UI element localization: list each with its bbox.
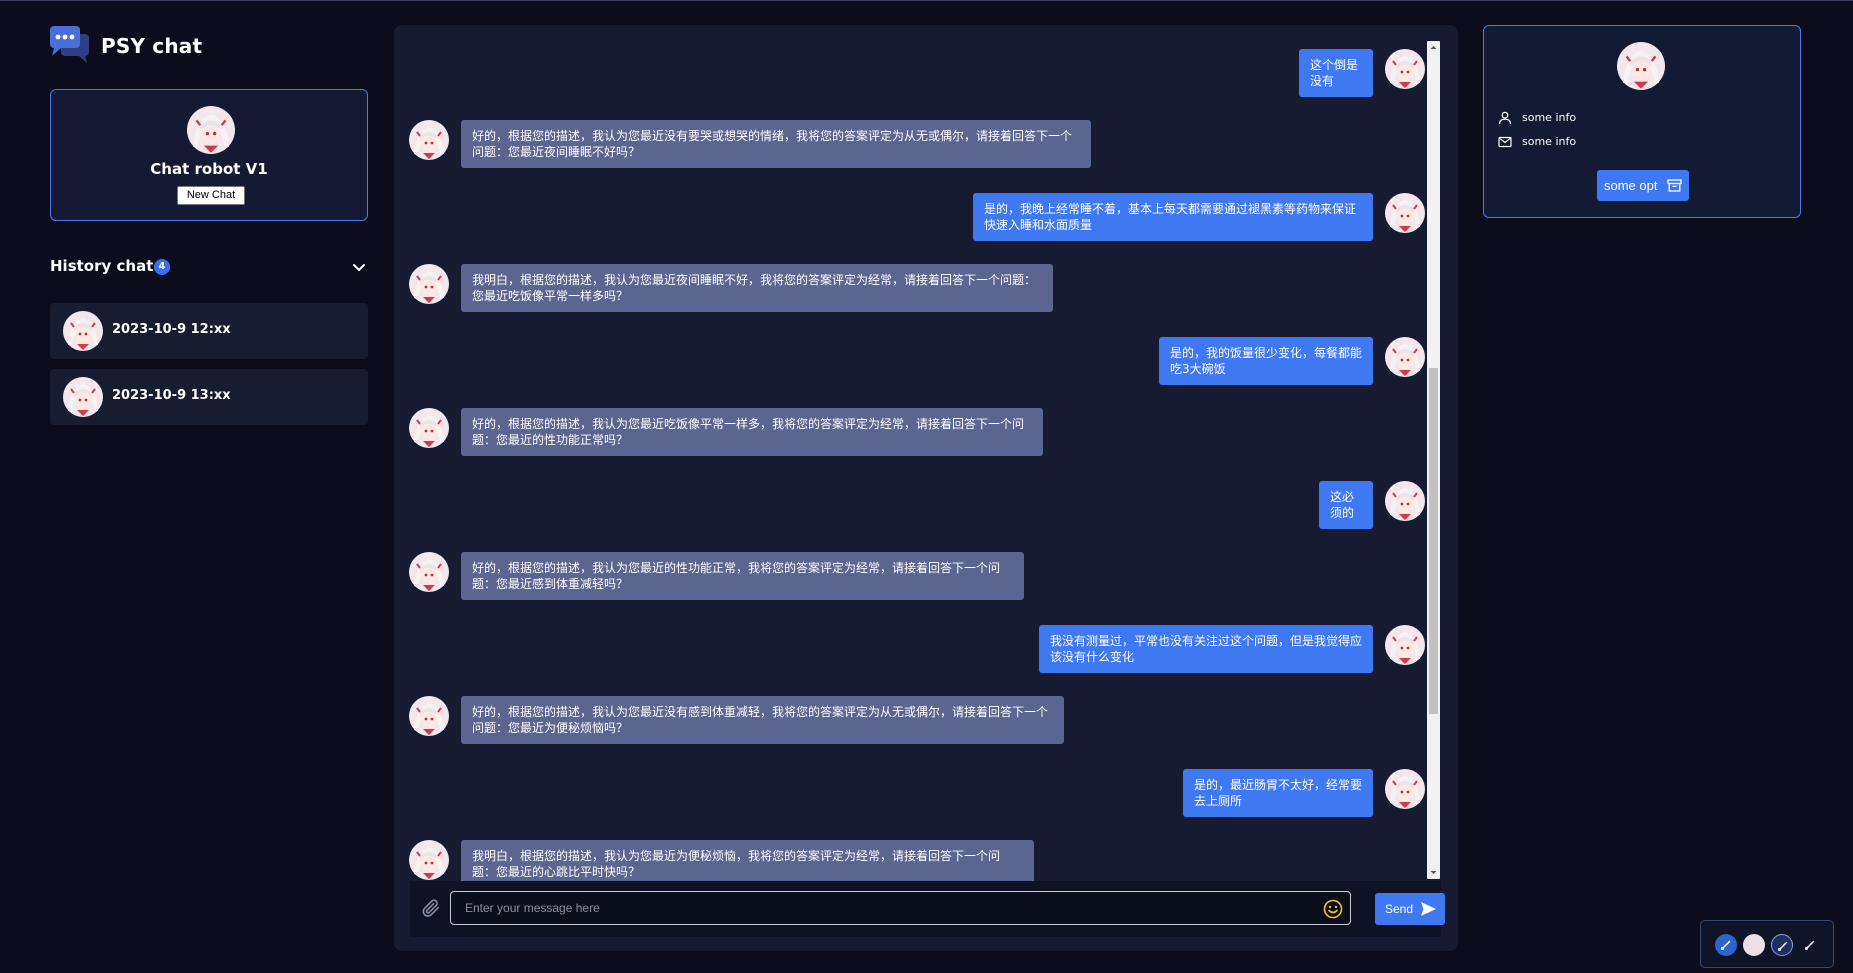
history-count-badge: 4 <box>154 259 170 275</box>
user-avatar <box>1385 337 1425 377</box>
user-message-text: 我没有测量过，平常也没有关注过这个问题，但是我觉得应该没有什么变化 <box>1039 625 1373 673</box>
avatar <box>63 377 103 417</box>
history-item-label: 2023-10-9 13:xx <box>112 388 231 403</box>
user-avatar <box>1385 625 1425 665</box>
chat-panel: 这个倒是没有 好的，根据您的描述，我认为您最近没有要哭或想哭的情绪，我将您的答案… <box>394 25 1458 951</box>
bot-message-text: 好的，根据您的描述，我认为您最近没有要哭或想哭的情绪，我将您的答案评定为从无或偶… <box>461 120 1091 168</box>
user-message: 是的，我的饭量很少变化，每餐都能吃3大碗饭 <box>394 337 1426 389</box>
user-avatar <box>1385 49 1425 89</box>
profile-avatar <box>1617 42 1665 90</box>
message-list[interactable]: 这个倒是没有 好的，根据您的描述，我认为您最近没有要哭或想哭的情绪，我将您的答案… <box>394 37 1426 903</box>
profile-info-text: some info <box>1522 111 1577 124</box>
user-message-text: 是的，我晚上经常睡不着，基本上每天都需要通过褪黑素等药物来保证快速入睡和水面质量 <box>973 193 1373 241</box>
user-message-text: 这个倒是没有 <box>1299 49 1373 97</box>
bot-avatar <box>409 840 449 880</box>
scroll-down-arrow-icon[interactable] <box>1427 866 1440 879</box>
mail-icon <box>1498 136 1512 148</box>
bot-avatar <box>409 264 449 304</box>
bot-message-text: 我明白，根据您的描述，我认为您最近夜间睡眠不好，我将您的答案评定为经常，请接着回… <box>461 264 1053 312</box>
send-icon <box>1421 902 1436 916</box>
send-button[interactable]: Send <box>1375 893 1445 925</box>
profile-card: some info some info some opt <box>1483 25 1801 218</box>
emoji-icon[interactable] <box>1323 899 1343 919</box>
brush-icon <box>1721 940 1731 950</box>
chevron-down-icon[interactable] <box>350 258 368 276</box>
user-message-text: 这必须的 <box>1319 481 1373 529</box>
scrollbar-thumb[interactable] <box>1429 368 1438 714</box>
history-title: History chat <box>50 257 154 275</box>
user-message-text: 是的，最近肠胃不太好，经常要去上厕所 <box>1183 769 1373 817</box>
avatar <box>63 311 103 351</box>
user-message: 是的，我晚上经常睡不着，基本上每天都需要通过褪黑素等药物来保证快速入睡和水面质量 <box>394 193 1426 245</box>
user-message-text: 是的，我的饭量很少变化，每餐都能吃3大碗饭 <box>1159 337 1373 385</box>
some-opt-button[interactable]: some opt <box>1597 170 1689 201</box>
scroll-up-arrow-icon[interactable] <box>1427 41 1440 54</box>
bot-avatar <box>409 552 449 592</box>
user-message: 我没有测量过，平常也没有关注过这个问题，但是我觉得应该没有什么变化 <box>394 625 1426 677</box>
bot-avatar <box>409 408 449 448</box>
brush-icon <box>1805 940 1815 950</box>
theme-option-dark-blue[interactable] <box>1771 934 1793 956</box>
paperclip-icon[interactable] <box>420 897 442 919</box>
history-header[interactable]: History chat 4 <box>50 256 368 278</box>
history-item[interactable]: 2023-10-9 12:xx <box>50 303 368 359</box>
bot-card: Chat robot V1 New Chat <box>50 89 368 221</box>
theme-option-dark[interactable] <box>1799 934 1821 956</box>
brush-icon <box>1778 941 1788 951</box>
message-scrollbar[interactable] <box>1427 41 1440 879</box>
bot-message-text: 好的，根据您的描述，我认为您最近没有感到体重减轻，我将您的答案评定为从无或偶尔，… <box>461 696 1064 744</box>
user-icon <box>1498 111 1512 125</box>
bot-message: 好的，根据您的描述，我认为您最近吃饭像平常一样多，我将您的答案评定为经常，请接着… <box>394 408 1426 460</box>
bot-name: Chat robot V1 <box>150 160 268 178</box>
bot-avatar <box>409 120 449 160</box>
theme-switcher <box>1700 920 1834 968</box>
bot-avatar <box>409 696 449 736</box>
user-message: 是的，最近肠胃不太好，经常要去上厕所 <box>394 769 1426 821</box>
history-item-label: 2023-10-9 12:xx <box>112 322 231 337</box>
user-avatar <box>1385 481 1425 521</box>
bot-message: 我明白，根据您的描述，我认为您最近夜间睡眠不好，我将您的答案评定为经常，请接着回… <box>394 264 1426 316</box>
user-avatar <box>1385 193 1425 233</box>
send-button-label: Send <box>1385 902 1414 916</box>
theme-option-light[interactable] <box>1743 934 1765 956</box>
user-message: 这必须的 <box>394 481 1426 533</box>
bot-message: 好的，根据您的描述，我认为您最近没有要哭或想哭的情绪，我将您的答案评定为从无或偶… <box>394 120 1426 172</box>
profile-info-text: some info <box>1522 135 1577 148</box>
archive-icon <box>1667 179 1682 192</box>
theme-option-blue[interactable] <box>1715 934 1737 956</box>
user-avatar <box>1385 769 1425 809</box>
app-title: PSY chat <box>101 34 203 58</box>
bot-message-text: 好的，根据您的描述，我认为您最近的性功能正常，我将您的答案评定为经常，请接着回答… <box>461 552 1024 600</box>
message-composer: Send <box>410 881 1445 937</box>
bot-message: 好的，根据您的描述，我认为您最近没有感到体重减轻，我将您的答案评定为从无或偶尔，… <box>394 696 1426 748</box>
chat-logo-icon <box>50 26 89 63</box>
bot-message-text: 好的，根据您的描述，我认为您最近吃饭像平常一样多，我将您的答案评定为经常，请接着… <box>461 408 1043 456</box>
new-chat-button[interactable]: New Chat <box>177 186 245 205</box>
top-border <box>0 0 1853 1</box>
history-item[interactable]: 2023-10-9 13:xx <box>50 369 368 425</box>
message-input[interactable] <box>450 891 1351 925</box>
bot-avatar <box>187 106 235 154</box>
some-opt-label: some opt <box>1604 178 1658 193</box>
user-message: 这个倒是没有 <box>394 49 1426 101</box>
bot-message: 好的，根据您的描述，我认为您最近的性功能正常，我将您的答案评定为经常，请接着回答… <box>394 552 1426 604</box>
